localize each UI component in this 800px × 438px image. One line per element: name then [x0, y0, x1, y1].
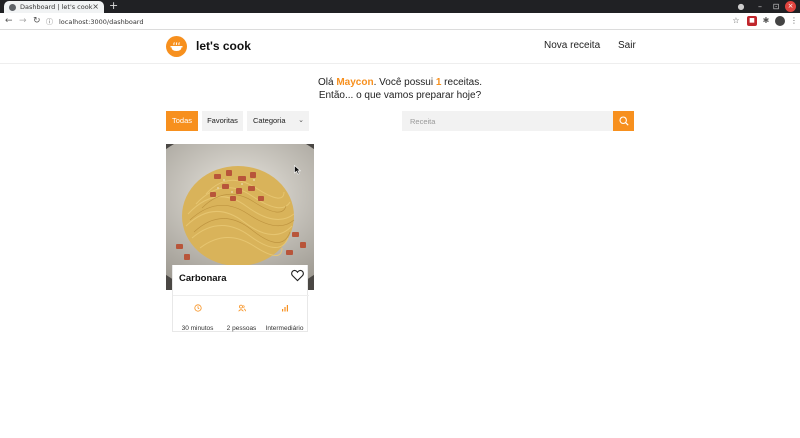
browser-tab-bar: Dashboard | let's cook × + ● – ⊡ × — [0, 0, 800, 13]
recipe-difficulty: Intermediário — [262, 304, 307, 334]
search-button[interactable] — [613, 111, 634, 131]
nav-new-recipe[interactable]: Nova receita — [544, 40, 600, 51]
greeting-suffix: receitas. — [441, 77, 482, 88]
browser-menu-icon[interactable]: ⋮ — [789, 16, 799, 26]
recipe-difficulty-text: Intermediário — [265, 325, 304, 332]
recipe-time-text: 30 minutos — [181, 325, 214, 332]
greeting: Olá Maycon. Você possui 1 receitas. Entã… — [0, 76, 800, 102]
greeting-line-2: Então... o que vamos preparar hoje? — [318, 90, 482, 101]
category-select[interactable]: Categoria ⌄ — [247, 111, 309, 131]
cooking-pot-icon[interactable] — [166, 36, 187, 57]
extension-icon[interactable]: ■ — [747, 16, 757, 26]
bookmark-star-icon[interactable]: ☆ — [731, 16, 741, 26]
reload-icon[interactable]: ↻ — [33, 15, 41, 28]
greeting-hello: Olá — [318, 77, 337, 88]
brand-name[interactable]: let's cook — [196, 39, 251, 53]
close-window-icon[interactable]: × — [785, 1, 796, 12]
url-text[interactable]: localhost:3000/dashboard — [59, 18, 143, 26]
user-name: Maycon — [336, 77, 374, 88]
maximize-icon[interactable]: ⊡ — [769, 1, 783, 12]
info-icon[interactable]: ⓘ — [46, 17, 53, 27]
search-input[interactable] — [402, 111, 614, 131]
address-bar: ← → ↻ ⓘ localhost:3000/dashboard ☆ ■ ✱ ⋮ — [0, 13, 800, 30]
forward-icon[interactable]: → — [19, 15, 27, 28]
profile-avatar[interactable] — [775, 16, 785, 26]
profile-icon[interactable]: ● — [734, 1, 748, 12]
chevron-down-icon: ⌄ — [298, 117, 304, 124]
url-field[interactable]: ⓘ localhost:3000/dashboard — [46, 15, 726, 28]
category-select-label: Categoria — [253, 116, 286, 125]
recipe-card[interactable]: Carbonara 30 minutos 2 pessoas Intermedi… — [166, 144, 314, 332]
browser-tab[interactable]: Dashboard | let's cook × — [4, 1, 104, 13]
extensions-puzzle-icon[interactable]: ✱ — [761, 16, 771, 26]
greeting-line-1: Olá Maycon. Você possui 1 receitas. — [0, 76, 800, 89]
app-header: let's cook Nova receita Sair — [0, 31, 800, 64]
globe-icon — [9, 3, 16, 11]
users-icon — [237, 304, 246, 312]
tab-title: Dashboard | let's cook — [20, 3, 93, 11]
search-icon — [618, 116, 629, 126]
divider — [173, 295, 309, 296]
new-tab-button[interactable]: + — [109, 0, 118, 12]
recipe-time: 30 minutos — [175, 304, 220, 334]
recipe-servings: 2 pessoas — [219, 304, 264, 334]
minimize-icon[interactable]: – — [753, 1, 767, 12]
filter-favorites-button[interactable]: Favoritas — [202, 111, 243, 131]
heart-icon[interactable] — [291, 269, 304, 282]
back-icon[interactable]: ← — [5, 15, 13, 28]
clock-icon — [193, 304, 202, 312]
recipe-servings-text: 2 pessoas — [226, 325, 257, 332]
close-tab-icon[interactable]: × — [92, 1, 99, 13]
recipe-card-body: Carbonara 30 minutos 2 pessoas Intermedi… — [172, 265, 309, 334]
bar-chart-icon — [281, 305, 288, 312]
recipe-title[interactable]: Carbonara — [179, 273, 227, 284]
nav-logout[interactable]: Sair — [618, 40, 636, 51]
greeting-mid: . Você possui — [373, 77, 436, 88]
filter-all-button[interactable]: Todas — [166, 111, 198, 131]
mouse-cursor-icon — [294, 165, 301, 175]
